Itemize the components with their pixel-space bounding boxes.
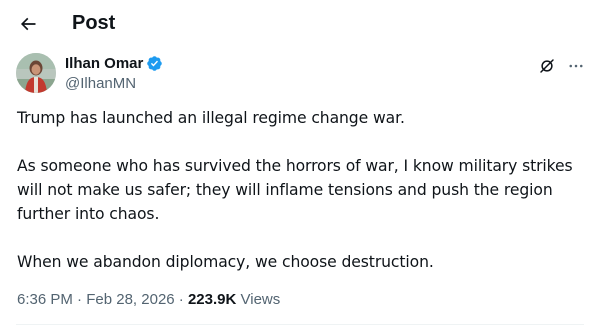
tweet-time: 6:36 PM: [17, 291, 73, 308]
post-header: Post: [0, 0, 600, 48]
meta-separator: ·: [174, 291, 188, 308]
display-name-row: Ilhan Omar: [65, 54, 163, 73]
profile-photo: [16, 53, 56, 93]
tweet-text: Trump has launched an illegal regime cha…: [17, 106, 583, 274]
page-title: Post: [72, 12, 116, 34]
more-horizontal-icon: [569, 64, 583, 68]
timestamp-link[interactable]: 6:36 PM · Feb 28, 2026: [17, 291, 175, 308]
meta-separator: ·: [72, 291, 87, 308]
tweet-metadata: 6:36 PM · Feb 28, 2026 · 223.9K Views: [17, 290, 280, 310]
tweet-date: Feb 28, 2026: [86, 291, 175, 308]
views-link[interactable]: 223.9K Views: [188, 291, 280, 308]
views-label: Views: [236, 291, 281, 308]
verified-badge-icon: [146, 55, 163, 72]
author-name-block: Ilhan Omar @IlhanMN: [65, 54, 163, 94]
grok-button[interactable]: [536, 55, 558, 77]
tweet-paragraph: When we abandon diplomacy, we choose des…: [17, 253, 434, 271]
more-options-button[interactable]: [565, 55, 587, 77]
display-name[interactable]: Ilhan Omar: [65, 54, 143, 73]
author-row: Ilhan Omar @IlhanMN: [16, 52, 586, 96]
divider: [16, 324, 584, 325]
tweet-paragraph: As someone who has survived the horrors …: [17, 157, 573, 223]
arrow-left-icon: [20, 17, 36, 31]
avatar[interactable]: [16, 53, 56, 93]
author-handle[interactable]: @IlhanMN: [65, 74, 163, 94]
grok-icon: [540, 59, 554, 73]
views-count: 223.9K: [187, 291, 237, 308]
tweet-paragraph: Trump has launched an illegal regime cha…: [17, 109, 405, 127]
back-button[interactable]: [14, 10, 42, 38]
